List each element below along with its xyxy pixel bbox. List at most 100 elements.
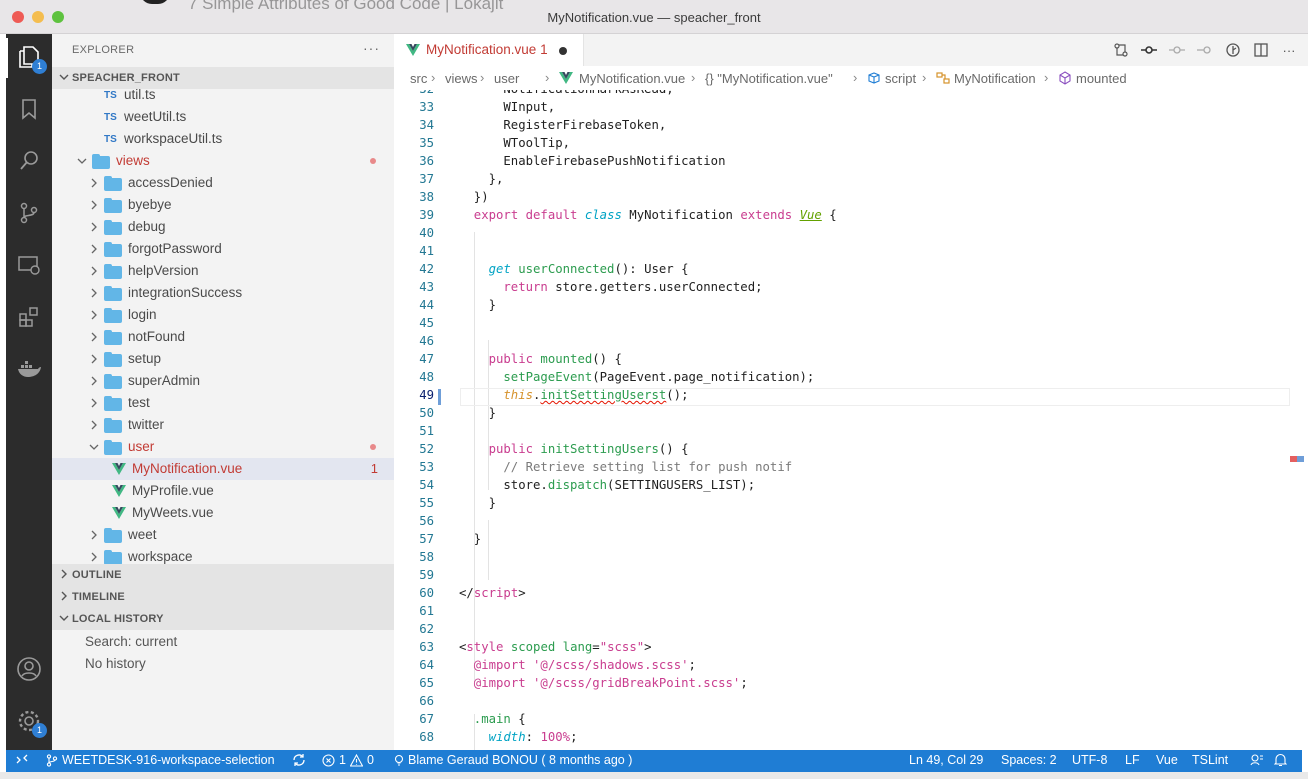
namespace-icon — [868, 72, 880, 84]
cursor-position[interactable]: Ln 49, Col 29 — [909, 753, 983, 767]
end-of-line[interactable]: LF — [1125, 753, 1140, 767]
error-count: 1 — [339, 753, 346, 767]
code-editor[interactable]: 32 NotificationMarkAsRead, 33 WInput, 34 Regi… — [394, 90, 1308, 750]
tree-item[interactable]: setup — [52, 348, 394, 370]
line-number: 63 — [419, 640, 434, 654]
breadcrumb-item[interactable]: MyNotification.vue — [579, 71, 685, 86]
tree-item[interactable]: MyNotification.vue 1 — [52, 458, 394, 480]
tree-item[interactable]: login — [52, 304, 394, 326]
line-number: 56 — [419, 514, 434, 528]
code-line: RegisterFirebaseToken, — [503, 118, 667, 132]
breadcrumb-item[interactable]: {} "MyNotification.vue" — [705, 71, 833, 86]
more-actions-button[interactable]: ··· — [363, 40, 380, 56]
tree-item[interactable]: MyProfile.vue — [52, 480, 394, 502]
code-line: // Retrieve setting list for push notif — [503, 460, 793, 474]
breadcrumb-separator: › — [545, 70, 550, 85]
tree-item[interactable]: TS weetUtil.ts — [52, 106, 394, 128]
search-icon[interactable] — [14, 146, 44, 176]
tree-item[interactable]: forgotPassword — [52, 238, 394, 260]
window-title: MyNotification.vue — speacher_front — [547, 10, 761, 25]
local-history-label: LOCAL HISTORY — [72, 613, 164, 625]
explorer-icon[interactable]: 1 — [14, 42, 47, 74]
code-line: get userConnected(): User { — [488, 262, 689, 276]
docker-icon[interactable] — [14, 354, 44, 384]
open-changes-icon[interactable] — [1112, 42, 1130, 58]
code-line: public mounted() { — [488, 352, 622, 366]
branch-indicator[interactable]: WEETDESK-916-workspace-selection — [46, 753, 275, 767]
code-line: <style scoped lang="scss"> — [459, 640, 652, 654]
breadcrumb-item[interactable]: script — [885, 71, 916, 86]
line-number: 68 — [419, 730, 434, 744]
modified-line-gutter-marker — [438, 389, 441, 405]
git-blame-indicator[interactable]: Blame Geraud BONOU ( 8 months ago ) — [394, 753, 632, 767]
tree-item[interactable]: weet — [52, 524, 394, 546]
tree-item[interactable]: TS util.ts — [52, 84, 394, 106]
unsaved-dot-icon[interactable] — [559, 47, 567, 55]
previous-change-icon[interactable] — [1168, 42, 1186, 58]
line-number: 37 — [419, 172, 434, 186]
source-control-icon[interactable] — [14, 198, 44, 228]
notifications-bell-icon[interactable] — [1274, 753, 1287, 767]
tree-item-label: login — [128, 307, 157, 322]
settings-gear-icon[interactable]: 1 — [14, 706, 47, 738]
git-commit-icon[interactable] — [1140, 42, 1158, 58]
breadcrumb-item[interactable]: mounted — [1076, 71, 1127, 86]
language-mode[interactable]: Vue — [1156, 753, 1178, 767]
outline-section-header[interactable]: OUTLINE — [52, 564, 394, 586]
tree-item[interactable]: superAdmin — [52, 370, 394, 392]
tree-item[interactable]: twitter — [52, 414, 394, 436]
timeline-section-header[interactable]: TIMELINE — [52, 586, 394, 608]
line-number: 59 — [419, 568, 434, 582]
code-line: } — [488, 496, 496, 510]
breadcrumb-item[interactable]: MyNotification — [954, 71, 1036, 86]
tab-mynotification[interactable]: MyNotification.vue 1 — [394, 34, 584, 66]
local-history-section-header[interactable]: LOCAL HISTORY — [52, 608, 394, 630]
tree-item[interactable]: integrationSuccess — [52, 282, 394, 304]
tree-item[interactable]: helpVersion — [52, 260, 394, 282]
account-icon[interactable] — [14, 654, 44, 684]
tree-item[interactable]: byebye — [52, 194, 394, 216]
feedback-icon[interactable] — [1250, 753, 1264, 767]
tree-item[interactable]: accessDenied — [52, 172, 394, 194]
tree-item-label: workspace — [128, 549, 193, 564]
sync-icon[interactable] — [292, 753, 306, 767]
local-history-search[interactable]: Search: current — [85, 634, 177, 649]
code-line: this.initSettingUserst(); — [503, 388, 689, 402]
timeline-icon[interactable] — [1224, 42, 1242, 58]
indentation[interactable]: Spaces: 2 — [1001, 753, 1057, 767]
line-number: 43 — [419, 280, 434, 294]
next-change-icon[interactable] — [1196, 42, 1214, 58]
extensions-icon[interactable] — [14, 302, 44, 332]
tree-item-label: user — [128, 439, 155, 454]
tree-item[interactable]: notFound — [52, 326, 394, 348]
line-number: 55 — [419, 496, 434, 510]
tree-item-label: views — [116, 153, 150, 168]
code-line: setPageEvent(PageEvent.page_notification… — [503, 370, 815, 384]
editor-area: MyNotification.vue 1 ··· src › views › user ›… — [394, 34, 1308, 750]
problems-indicator[interactable]: 1 0 — [322, 753, 374, 767]
more-actions-icon[interactable]: ··· — [1280, 42, 1298, 58]
breadcrumb-item[interactable]: src — [410, 71, 427, 86]
tree-item[interactable]: MyWeets.vue — [52, 502, 394, 524]
line-number: 35 — [419, 136, 434, 150]
tree-item[interactable]: debug — [52, 216, 394, 238]
linter-status[interactable]: TSLint — [1192, 753, 1228, 767]
encoding[interactable]: UTF-8 — [1072, 753, 1107, 767]
code-line: } — [488, 406, 496, 420]
breadcrumb-item[interactable]: user — [494, 71, 519, 86]
tree-item[interactable]: user — [52, 436, 394, 458]
tree-item[interactable]: views — [52, 150, 394, 172]
bookmark-icon[interactable] — [14, 94, 44, 124]
split-editor-icon[interactable] — [1252, 42, 1270, 58]
folder-icon — [104, 374, 122, 389]
line-number: 44 — [419, 298, 434, 312]
line-number: 42 — [419, 262, 434, 276]
branch-icon — [46, 753, 58, 767]
remote-explorer-icon[interactable] — [14, 250, 44, 280]
active-indicator — [6, 38, 8, 78]
tree-item[interactable]: test — [52, 392, 394, 414]
tree-item-label: weetUtil.ts — [124, 109, 187, 124]
breadcrumb-item[interactable]: views — [445, 71, 478, 86]
tree-item[interactable]: TS workspaceUtil.ts — [52, 128, 394, 150]
remote-indicator-icon[interactable] — [16, 753, 28, 765]
